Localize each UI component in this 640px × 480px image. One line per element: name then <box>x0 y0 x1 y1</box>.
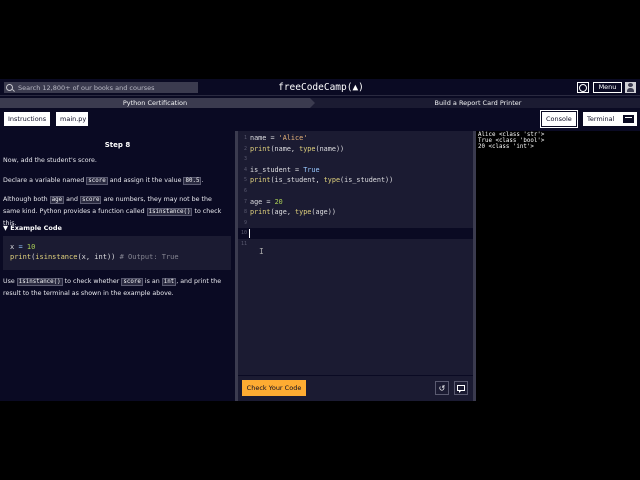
line-number: 6 <box>243 188 247 194</box>
app-frame: Search 12,800+ of our books and courses … <box>0 79 640 401</box>
globe-icon <box>579 83 587 92</box>
breadcrumb-project[interactable]: Build a Report Card Printer <box>316 98 640 108</box>
step-title: Step 8 <box>104 141 131 149</box>
line-number: 4 <box>243 166 247 173</box>
example-code-line-2: print(isinstance(x, int)) # Output: True <box>10 252 224 262</box>
breadcrumb: Python Certification Build a Report Card… <box>0 98 640 108</box>
code-text[interactable]: name = 'Alice' <box>250 133 307 144</box>
editor-line[interactable]: 8 print(age, type(age)) <box>238 207 473 218</box>
reset-button[interactable]: ↺ <box>435 381 449 395</box>
code-editor[interactable]: 11 10 9 8 print(age, type(age)) 7 age = 20 6 5 pr… <box>238 131 476 375</box>
example-code-block: x = 10 print(isinstance(x, int)) # Outpu… <box>3 236 231 270</box>
code-token: (x, int)) <box>77 253 116 261</box>
editor-line[interactable]: 1 name = 'Alice' <box>238 133 473 144</box>
inline-code: 80.5 <box>183 177 202 185</box>
inline-code: age <box>49 196 65 204</box>
tab-terminal[interactable]: Terminal <box>582 111 638 127</box>
editor-line[interactable]: 7 age = 20 <box>238 197 473 208</box>
terminal-icon <box>623 115 634 123</box>
text: to check whether <box>62 278 122 285</box>
terminal-line: 20 <class 'int'> <box>478 144 534 150</box>
instructions-panel: Step 8 Now, add the student's score. Dec… <box>0 131 235 401</box>
text-caret <box>249 229 250 239</box>
inline-code: score <box>86 177 108 185</box>
line-number: 7 <box>243 198 247 205</box>
tab-instructions[interactable]: Instructions <box>3 111 51 127</box>
language-button[interactable] <box>577 82 589 93</box>
instruction-paragraph-2: Declare a variable named score and assig… <box>3 175 228 187</box>
code-text[interactable]: age = 20 <box>250 197 283 208</box>
code-token: isinstance <box>35 253 78 261</box>
code-token: print <box>10 253 32 261</box>
inline-code: int <box>161 278 177 286</box>
text: Declare a variable named <box>3 177 87 184</box>
menu-button[interactable]: Menu <box>593 82 622 93</box>
example-code-toggle[interactable]: ▼ Example Code <box>3 224 62 232</box>
inline-code: score <box>80 196 102 204</box>
search-icon <box>6 84 13 91</box>
inline-code: isinstance() <box>146 208 193 216</box>
code-text[interactable]: print(name, type(name)) <box>250 144 344 155</box>
code-text[interactable]: print(is_student, type(is_student)) <box>250 175 393 186</box>
line-number: 9 <box>243 219 247 226</box>
instruction-paragraph-1: Now, add the student's score. <box>3 157 97 164</box>
instruction-paragraph-4: Use isinstance() to check whether score … <box>3 276 228 299</box>
text: Although both <box>3 196 50 203</box>
editor-line[interactable]: 6 <box>238 186 473 197</box>
text: is an <box>142 278 162 285</box>
code-token: # Output: True <box>115 253 179 261</box>
text: and <box>64 196 81 203</box>
help-button[interactable] <box>454 381 468 395</box>
editor-line[interactable]: 9 <box>238 218 473 229</box>
inline-code: isinstance() <box>16 278 63 286</box>
editor-line[interactable]: 4 is_student = True <box>238 165 473 176</box>
editor-line[interactable]: 3 <box>238 154 473 165</box>
reset-icon: ↺ <box>438 383 446 393</box>
tab-console[interactable]: Console <box>540 110 578 128</box>
check-your-code-button[interactable]: Check Your Code <box>242 380 306 396</box>
editor-line[interactable]: 5 print(is_student, type(is_student)) <box>238 175 473 186</box>
example-code-line-1: x = 10 <box>10 242 224 252</box>
terminal-output: Alice <class 'str'> True <class 'bool'> 20… <box>476 131 640 401</box>
line-number: 8 <box>243 209 247 216</box>
tab-terminal-label: Terminal <box>587 115 615 123</box>
help-chat-icon <box>457 385 465 393</box>
code-token: 10 <box>22 243 36 251</box>
editor-line[interactable]: 11 <box>238 239 473 250</box>
tab-main-py[interactable]: main.py <box>55 111 89 127</box>
top-navbar: Search 12,800+ of our books and courses … <box>0 79 640 96</box>
editor-line[interactable]: 2 print(name, type(name)) <box>238 144 473 155</box>
text: Use <box>3 278 17 285</box>
inline-code: score <box>121 278 143 286</box>
line-number: 5 <box>243 177 247 184</box>
breadcrumb-course[interactable]: Python Certification <box>0 98 315 108</box>
text-cursor-icon: I <box>259 247 264 256</box>
text: . <box>201 177 204 184</box>
search-bar[interactable]: Search 12,800+ of our books and courses <box>4 82 198 93</box>
freecodecamp-logo[interactable]: freeCodeCamp(▲) <box>275 81 367 94</box>
search-input[interactable]: Search 12,800+ of our books and courses <box>18 84 155 92</box>
line-number: 10 <box>240 230 247 237</box>
avatar[interactable] <box>625 82 636 93</box>
code-text[interactable]: is_student = True <box>250 165 320 176</box>
code-text[interactable]: print(age, type(age)) <box>250 207 336 218</box>
line-number: 2 <box>243 145 247 152</box>
text: and assign it the value <box>107 177 184 184</box>
editor-footer: Check Your Code ↺ <box>238 375 476 401</box>
line-number: 1 <box>243 135 247 141</box>
editor-line[interactable]: 10 <box>238 228 473 239</box>
line-number: 11 <box>240 241 247 247</box>
line-number: 3 <box>243 156 247 163</box>
